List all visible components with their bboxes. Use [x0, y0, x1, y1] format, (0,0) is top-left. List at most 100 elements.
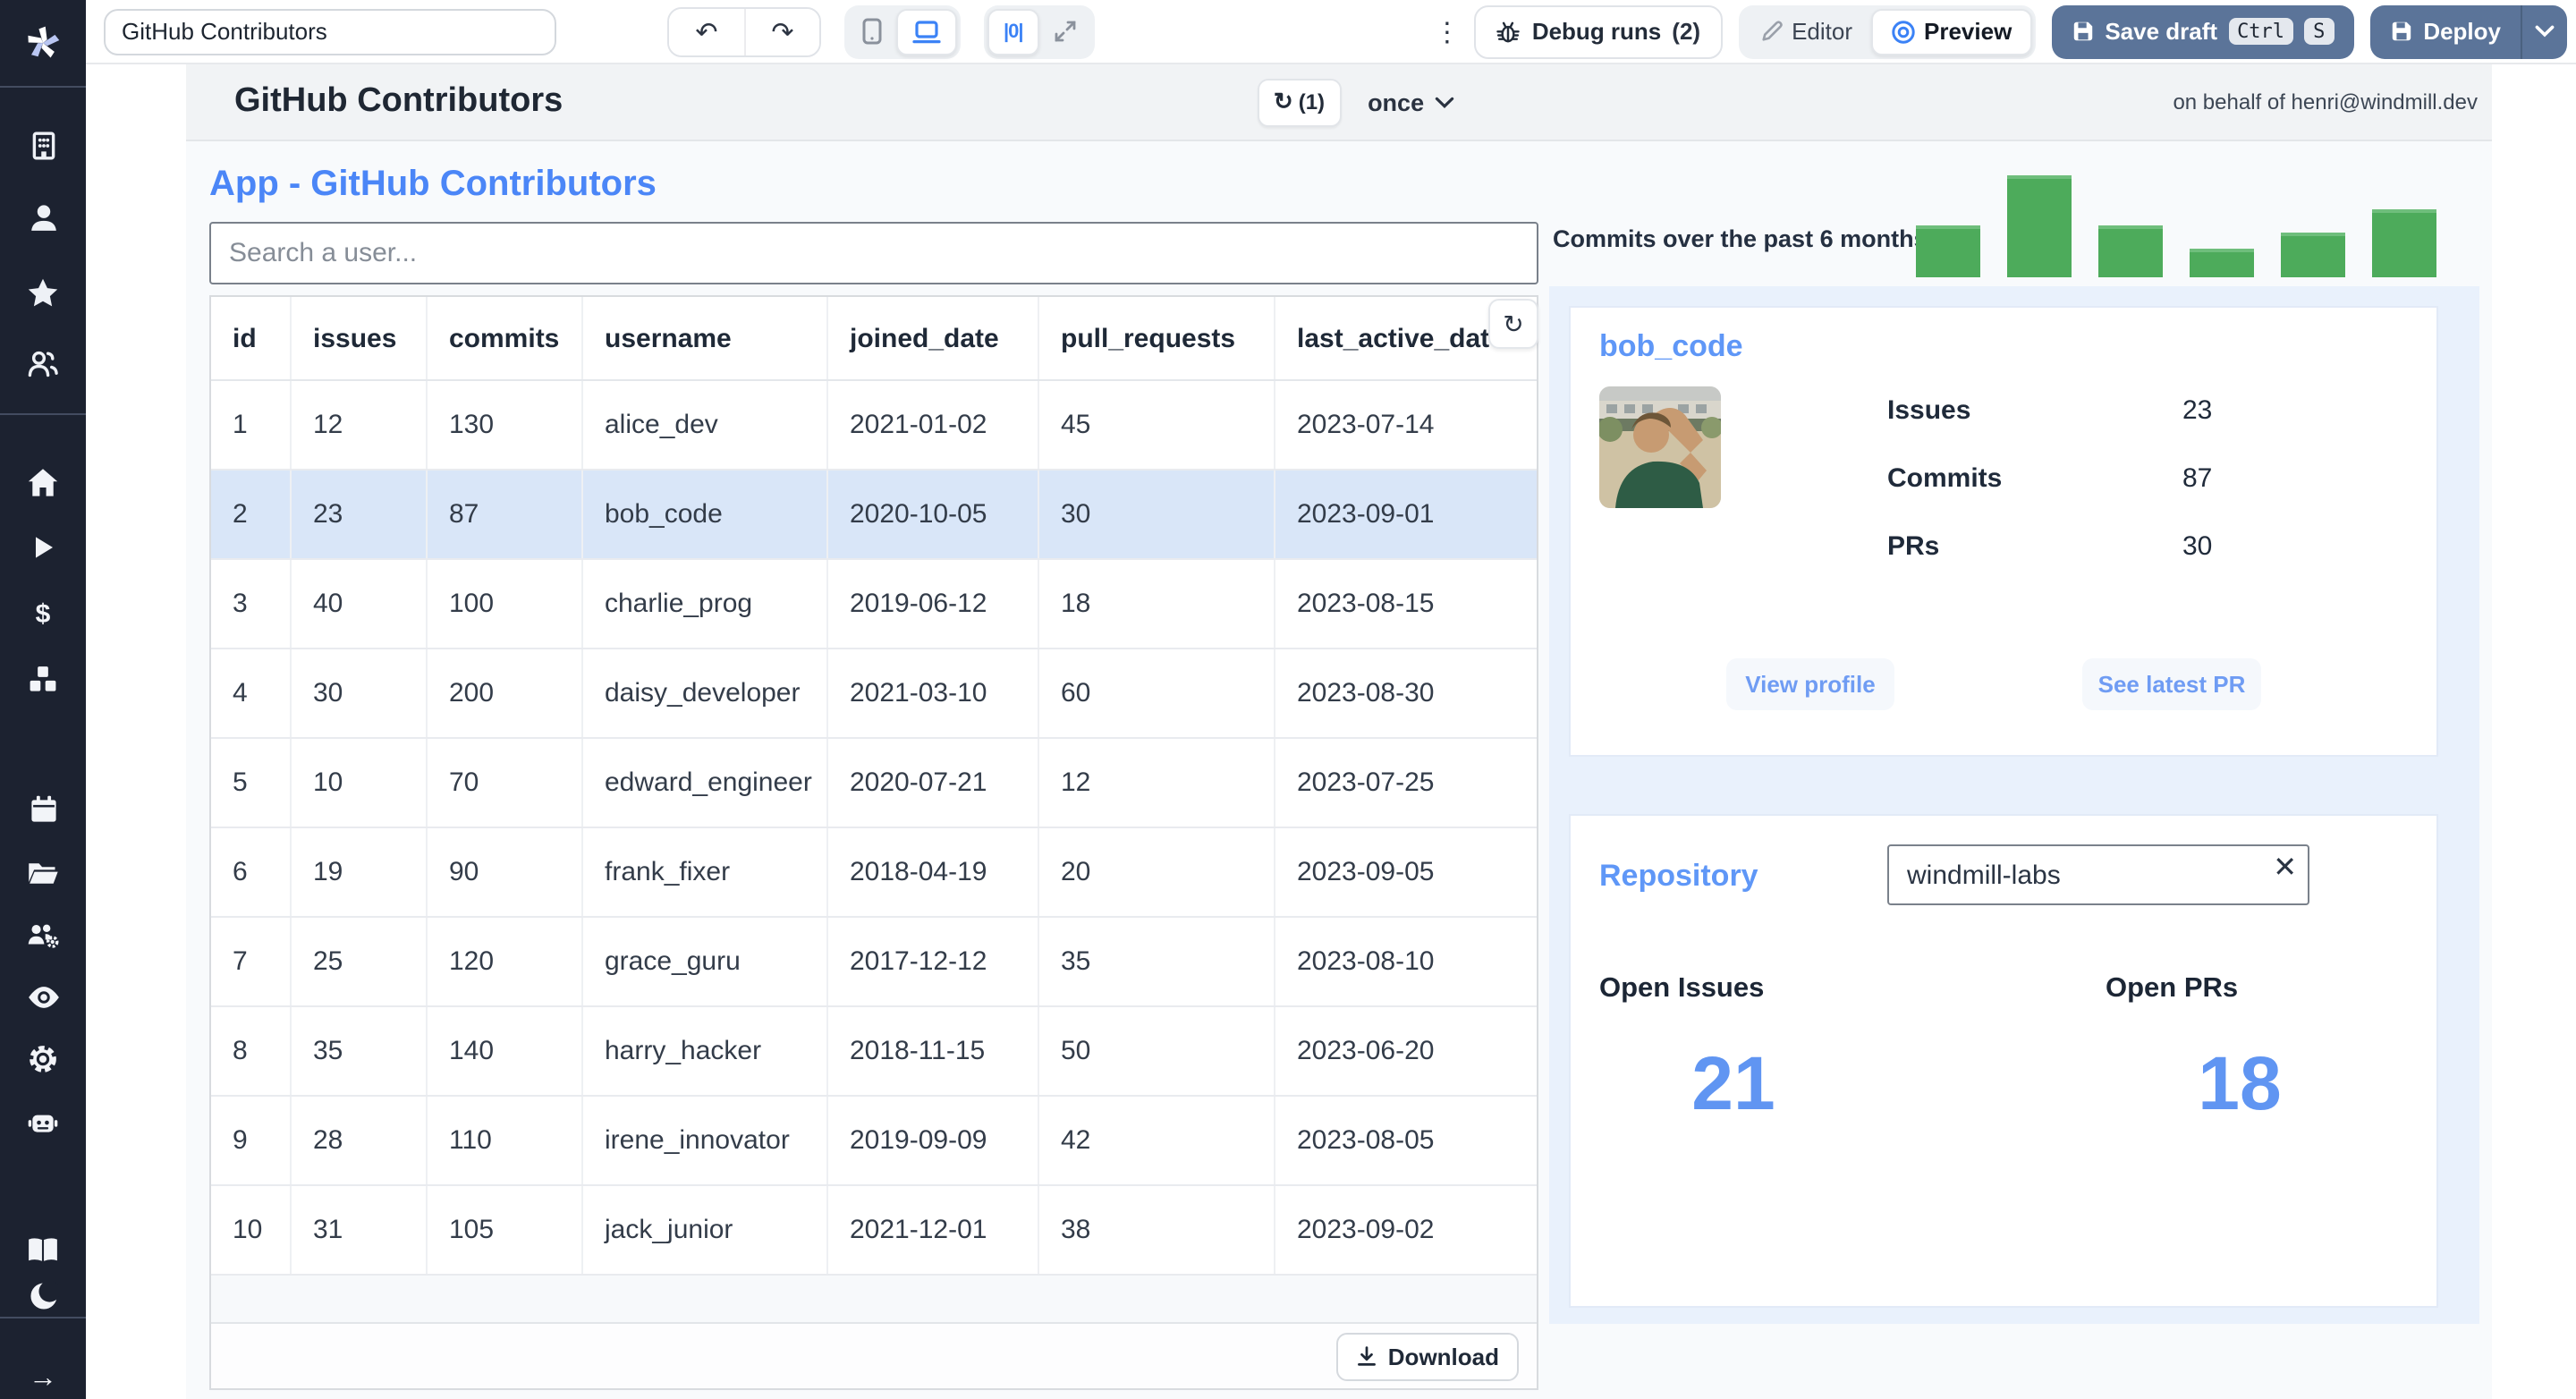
table-cell: 2021-03-10	[828, 649, 1039, 737]
table-cell: 2023-06-20	[1297, 1036, 1435, 1066]
download-button[interactable]: Download	[1335, 1332, 1519, 1380]
table-cell: 60	[1039, 649, 1275, 737]
commits-bar-chart	[1916, 175, 2436, 277]
table-body: 1 12 130 alice_dev 2021-01-02 45 2023-07-14 2 23…	[211, 381, 1537, 1276]
table-row[interactable]: 10 31 105 jack_junior 2021-12-01 38 2023-09-02	[211, 1186, 1537, 1276]
table-cell: 110	[428, 1097, 583, 1184]
table-row[interactable]: 9 28 110 irene_innovator 2019-09-09 42 2023-08…	[211, 1097, 1537, 1186]
table-cell: 2023-08-15	[1297, 589, 1435, 619]
table-cell: 2020-10-05	[828, 471, 1039, 558]
deploy-options-caret[interactable]	[2521, 4, 2567, 58]
see-latest-pr-button[interactable]: See latest PR	[2082, 658, 2261, 710]
table-cell: 12	[1039, 739, 1275, 827]
table-row[interactable]: 8 35 140 harry_hacker 2018-11-15 50 2023-06-20	[211, 1007, 1537, 1097]
table-cell: 10	[292, 739, 428, 827]
app-refresh-button[interactable]: ↻ (1)	[1257, 78, 1342, 126]
schedule-dropdown[interactable]: once	[1368, 89, 1454, 115]
workspace-icon[interactable]	[0, 123, 86, 166]
folders-icon[interactable]	[0, 852, 86, 895]
table-cell: 2017-12-12	[828, 918, 1039, 1005]
preview-tab[interactable]: Preview	[1870, 8, 2032, 55]
table-cell: alice_dev	[583, 381, 828, 469]
star-icon[interactable]	[0, 272, 86, 315]
table-cell: charlie_prog	[583, 560, 828, 648]
table-cell: irene_innovator	[583, 1097, 828, 1184]
redo-button[interactable]: ↷	[744, 8, 819, 55]
download-icon	[1356, 1345, 1377, 1367]
stat-row-issues: Issues 23	[1887, 394, 2213, 425]
windmill-logo-icon[interactable]	[0, 18, 86, 68]
open-prs-value: 18	[2198, 1041, 2282, 1125]
debug-runs-button[interactable]: Debug runs (2)	[1474, 4, 1723, 58]
table-cell: 2018-04-19	[828, 828, 1039, 916]
table-row[interactable]: 2 23 87 bob_code 2020-10-05 30 2023-09-01	[211, 471, 1537, 560]
commit-bar	[2281, 232, 2345, 277]
table-row[interactable]: 7 25 120 grace_guru 2017-12-12 35 2023-08-10	[211, 918, 1537, 1007]
docs-book-icon[interactable]	[0, 1227, 86, 1270]
column-header-joined_date[interactable]: joined_date	[828, 297, 1039, 379]
repository-input[interactable]	[1887, 844, 2309, 905]
windmill-app-editor: $ → GitHub Contributors ↶ ↷ |0| ⋮ Debug …	[0, 0, 2576, 1399]
table-cell: 30	[292, 649, 428, 737]
app-header-controls: ↻ (1) once	[1257, 78, 1454, 126]
table-row[interactable]: 4 30 200 daisy_developer 2021-03-10 60 2023-08…	[211, 649, 1537, 739]
expand-sidebar-arrow-icon[interactable]: →	[0, 1358, 86, 1399]
table-cell: 42	[1039, 1097, 1275, 1184]
column-header-commits[interactable]: commits	[428, 297, 583, 379]
layout-toggle: |0|	[984, 4, 1095, 58]
column-header-id[interactable]: id	[211, 297, 292, 379]
desktop-view-button[interactable]	[896, 8, 957, 55]
table-cell: 2018-11-15	[828, 1007, 1039, 1095]
table-cell: 40	[292, 560, 428, 648]
table-row[interactable]: 6 19 90 frank_fixer 2018-04-19 20 2023-09-05	[211, 828, 1537, 918]
column-header-issues[interactable]: issues	[292, 297, 428, 379]
app-name-input[interactable]	[104, 8, 556, 55]
table-refresh-button[interactable]: ↻	[1488, 299, 1538, 349]
kbd-ctrl: Ctrl	[2228, 18, 2294, 45]
mobile-view-button[interactable]	[848, 8, 896, 55]
user-icon[interactable]	[0, 195, 86, 238]
home-icon[interactable]	[0, 462, 86, 504]
table-row[interactable]: 1 12 130 alice_dev 2021-01-02 45 2023-07-14	[211, 381, 1537, 471]
workers-users-gear-icon[interactable]	[0, 912, 86, 955]
search-input[interactable]	[209, 222, 1538, 284]
audit-eye-icon[interactable]	[0, 975, 86, 1018]
undo-button[interactable]: ↶	[669, 8, 744, 55]
settings-gear-icon[interactable]	[0, 1038, 86, 1081]
fullwidth-layout-button[interactable]	[1039, 8, 1091, 55]
column-header-pull_requests[interactable]: pull_requests	[1039, 297, 1275, 379]
deploy-button[interactable]: Deploy	[2369, 4, 2521, 58]
table-row[interactable]: 5 10 70 edward_engineer 2020-07-21 12 2023-07-…	[211, 739, 1537, 828]
runs-play-icon[interactable]	[0, 526, 86, 569]
save-draft-button[interactable]: Save draft Ctrl S	[2051, 4, 2354, 58]
open-issues-value: 21	[1691, 1041, 1775, 1125]
table-cell: 2019-06-12	[828, 560, 1039, 648]
table-cell: grace_guru	[583, 918, 828, 1005]
table-cell: 87	[428, 471, 583, 558]
column-header-username[interactable]: username	[583, 297, 828, 379]
table-header-row: id issues commits username joined_date pull_r…	[211, 297, 1537, 381]
view-profile-button[interactable]: View profile	[1726, 658, 1894, 710]
table-row[interactable]: 3 40 100 charlie_prog 2019-06-12 18 2023-08-15	[211, 560, 1537, 649]
center-layout-button[interactable]: |0|	[987, 8, 1039, 55]
open-prs-label: Open PRs	[2106, 973, 2239, 1004]
schedules-calendar-icon[interactable]	[0, 787, 86, 830]
repository-label: Repository	[1599, 859, 1758, 893]
table-cell: 18	[1039, 560, 1275, 648]
clear-input-icon[interactable]: ✕	[2273, 854, 2297, 884]
app-header-bar: GitHub Contributors ↻ (1) once on behalf…	[186, 64, 2492, 141]
ai-robot-icon[interactable]	[0, 1100, 86, 1143]
more-menu-icon[interactable]: ⋮	[1434, 15, 1461, 47]
deploy-split-button: Deploy	[2369, 4, 2567, 58]
stat-row-prs: PRs 30	[1887, 530, 2213, 561]
table-cell: 38	[1039, 1186, 1275, 1274]
variables-dollar-icon[interactable]: $	[0, 592, 86, 635]
commits-chart-title: Commits over the past 6 months:	[1553, 225, 1936, 252]
dark-mode-moon-icon[interactable]	[0, 1274, 86, 1317]
editor-tab[interactable]: Editor	[1741, 8, 1870, 55]
table-cell: 105	[428, 1186, 583, 1274]
table-cell: 19	[292, 828, 428, 916]
groups-icon[interactable]	[0, 342, 86, 385]
resources-cubes-icon[interactable]	[0, 658, 86, 701]
commit-bar	[2098, 225, 2163, 277]
